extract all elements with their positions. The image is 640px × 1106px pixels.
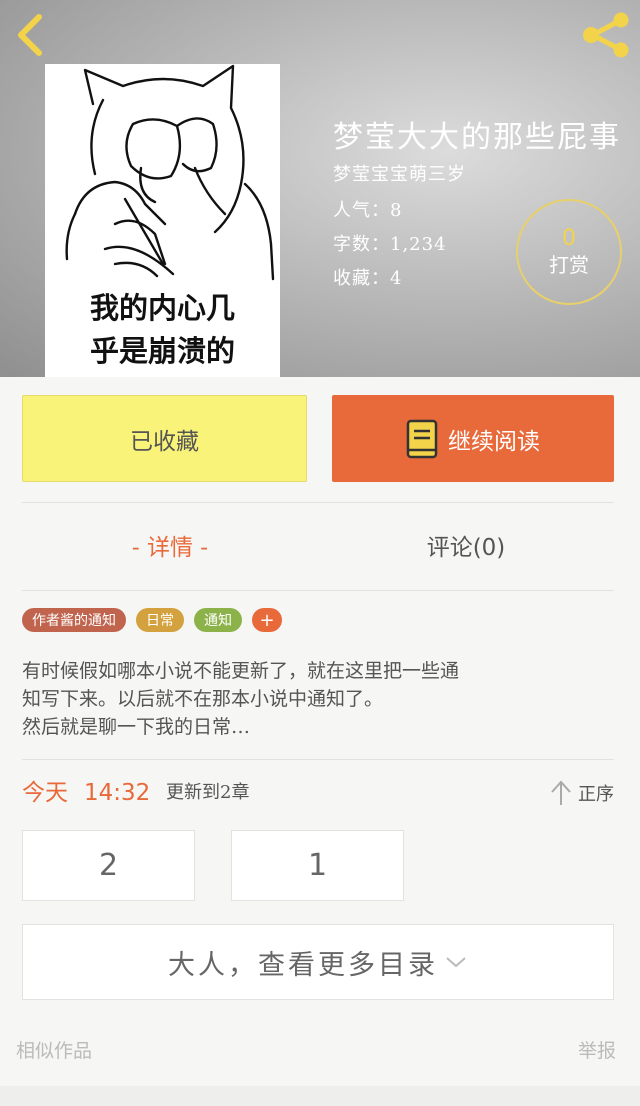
description-line: 知写下来。以后就不在那本小说中通知了。	[22, 688, 384, 710]
tip-button[interactable]: 0 打赏	[516, 199, 622, 305]
sort-order-button[interactable]: 正序	[550, 775, 614, 811]
book-header: 我的内心几 乎是崩溃的 梦莹大大的那些屁事 梦莹宝宝萌三岁 人气：8 字数：1,…	[0, 0, 640, 377]
report-link[interactable]: 举报	[578, 1036, 616, 1063]
tip-count: 0	[562, 226, 576, 251]
tag-author-notice[interactable]: 作者酱的通知	[22, 608, 126, 632]
book-cover[interactable]: 我的内心几 乎是崩溃的	[45, 64, 280, 377]
footer-bar	[0, 1086, 640, 1106]
divider	[22, 759, 614, 760]
add-tag-button[interactable]: +	[252, 608, 282, 632]
update-day: 今天	[22, 780, 68, 806]
continue-reading-label: 继续阅读	[448, 428, 540, 455]
book-icon	[406, 419, 438, 459]
tag-list: 作者酱的通知 日常 通知 +	[22, 608, 282, 632]
chapter-button[interactable]: 1	[231, 830, 404, 901]
share-button[interactable]	[578, 10, 634, 60]
divider	[22, 590, 614, 591]
back-button[interactable]	[8, 10, 52, 60]
author-name[interactable]: 梦莹宝宝萌三岁	[333, 160, 466, 186]
arrow-up-icon	[551, 780, 571, 805]
word-count-stat: 字数：1,234	[333, 230, 447, 256]
favorites-value: 4	[390, 268, 403, 289]
book-description[interactable]: 有时候假如哪本小说不能更新了，就在这里把一些通 知写下来。以后就不在那本小说中通…	[22, 657, 614, 741]
description-line: 然后就是聊一下我的日常…	[22, 716, 251, 738]
description-line: 有时候假如哪本小说不能更新了，就在这里把一些通	[22, 660, 460, 682]
update-text: 更新到2章	[166, 782, 250, 803]
share-icon	[583, 12, 629, 58]
update-info: 今天 14:32 更新到2章 正序	[22, 775, 614, 811]
tab-detail[interactable]: - 详情 -	[22, 515, 318, 575]
sort-order-label: 正序	[578, 784, 614, 805]
cover-cat-illustration	[65, 64, 275, 281]
cover-caption-line2: 乎是崩溃的	[89, 334, 235, 368]
popularity-value: 8	[390, 200, 403, 221]
cover-caption: 我的内心几 乎是崩溃的	[45, 287, 280, 373]
favorited-button[interactable]: 已收藏	[22, 395, 307, 482]
continue-reading-button[interactable]: 继续阅读	[332, 395, 614, 482]
popularity-stat: 人气：8	[333, 196, 402, 222]
divider	[22, 502, 614, 503]
popularity-label: 人气：	[333, 200, 390, 221]
update-time: 14:32	[84, 780, 151, 806]
tip-label: 打赏	[549, 253, 589, 277]
back-chevron-icon	[18, 14, 42, 56]
view-more-catalog-button[interactable]: 大人，查看更多目录	[22, 924, 614, 1000]
word-count-value: 1,234	[390, 234, 447, 255]
book-title: 梦莹大大的那些屁事	[333, 120, 621, 155]
tab-comments[interactable]: 评论(0)	[318, 515, 614, 575]
view-more-catalog-label: 大人，查看更多目录	[168, 949, 438, 981]
cover-caption-line1: 我的内心几	[89, 291, 235, 325]
chapter-button[interactable]: 2	[22, 830, 195, 901]
tag-daily[interactable]: 日常	[136, 608, 184, 632]
favorites-stat: 收藏：4	[333, 264, 402, 290]
chevron-down-icon	[446, 957, 466, 968]
similar-works-link[interactable]: 相似作品	[16, 1036, 92, 1063]
tag-notice[interactable]: 通知	[194, 608, 242, 632]
favorites-label: 收藏：	[333, 268, 390, 289]
word-count-label: 字数：	[333, 234, 390, 255]
